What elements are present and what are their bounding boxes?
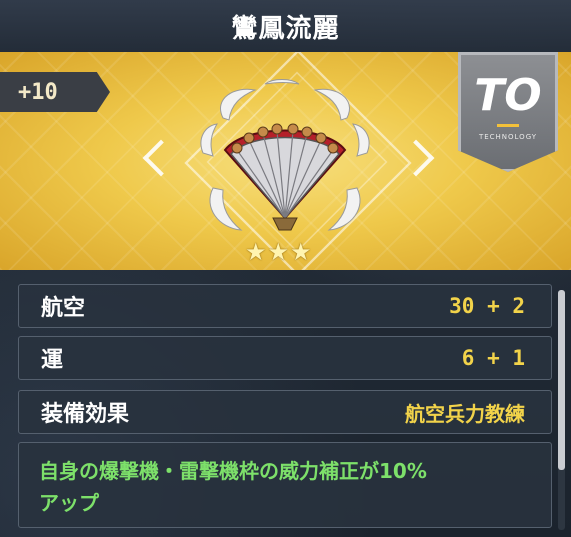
badge-letters: TO	[474, 70, 542, 121]
rarity-star-icon: ★	[245, 238, 267, 266]
rarity-star-icon: ★	[267, 238, 290, 266]
folding-fan-icon	[200, 79, 370, 231]
effect-description-line: アップ	[39, 491, 99, 515]
equipment-effect-row: 装備効果 航空兵力教練	[18, 390, 552, 434]
stat-row-aviation: 航空 30 + 2	[18, 284, 552, 328]
stat-value: 6 + 1	[461, 346, 525, 370]
equipment-name: 鸞鳳流麗	[231, 13, 340, 44]
badge-underline	[497, 124, 519, 127]
stat-label: 運	[41, 348, 64, 373]
stat-row-luck: 運 6 + 1	[18, 336, 552, 380]
title-bar: 鸞鳳流麗	[0, 0, 571, 52]
equipment-effect-label: 装備効果	[41, 402, 130, 427]
effect-description-line: 自身の爆撃機・雷撃機枠の威力補正が10%	[39, 459, 427, 483]
badge-caption: TECHNOLOGY	[478, 133, 538, 141]
rarity-stars: ★ ★ ★	[245, 240, 312, 264]
enhancement-level: +10	[18, 79, 58, 105]
enhancement-badge: +10	[0, 72, 110, 112]
stat-value: 30 + 2	[449, 294, 525, 318]
rarity-star-icon: ★	[290, 238, 312, 266]
technology-badge-icon: TO TECHNOLOGY	[458, 52, 558, 172]
equipment-effect-value: 航空兵力教練	[405, 401, 525, 426]
scrollbar[interactable]	[558, 290, 565, 530]
scrollbar-thumb[interactable]	[558, 290, 565, 470]
stat-label: 航空	[41, 296, 86, 321]
effect-description: 自身の爆撃機・雷撃機枠の威力補正が10% アップ	[18, 442, 552, 528]
